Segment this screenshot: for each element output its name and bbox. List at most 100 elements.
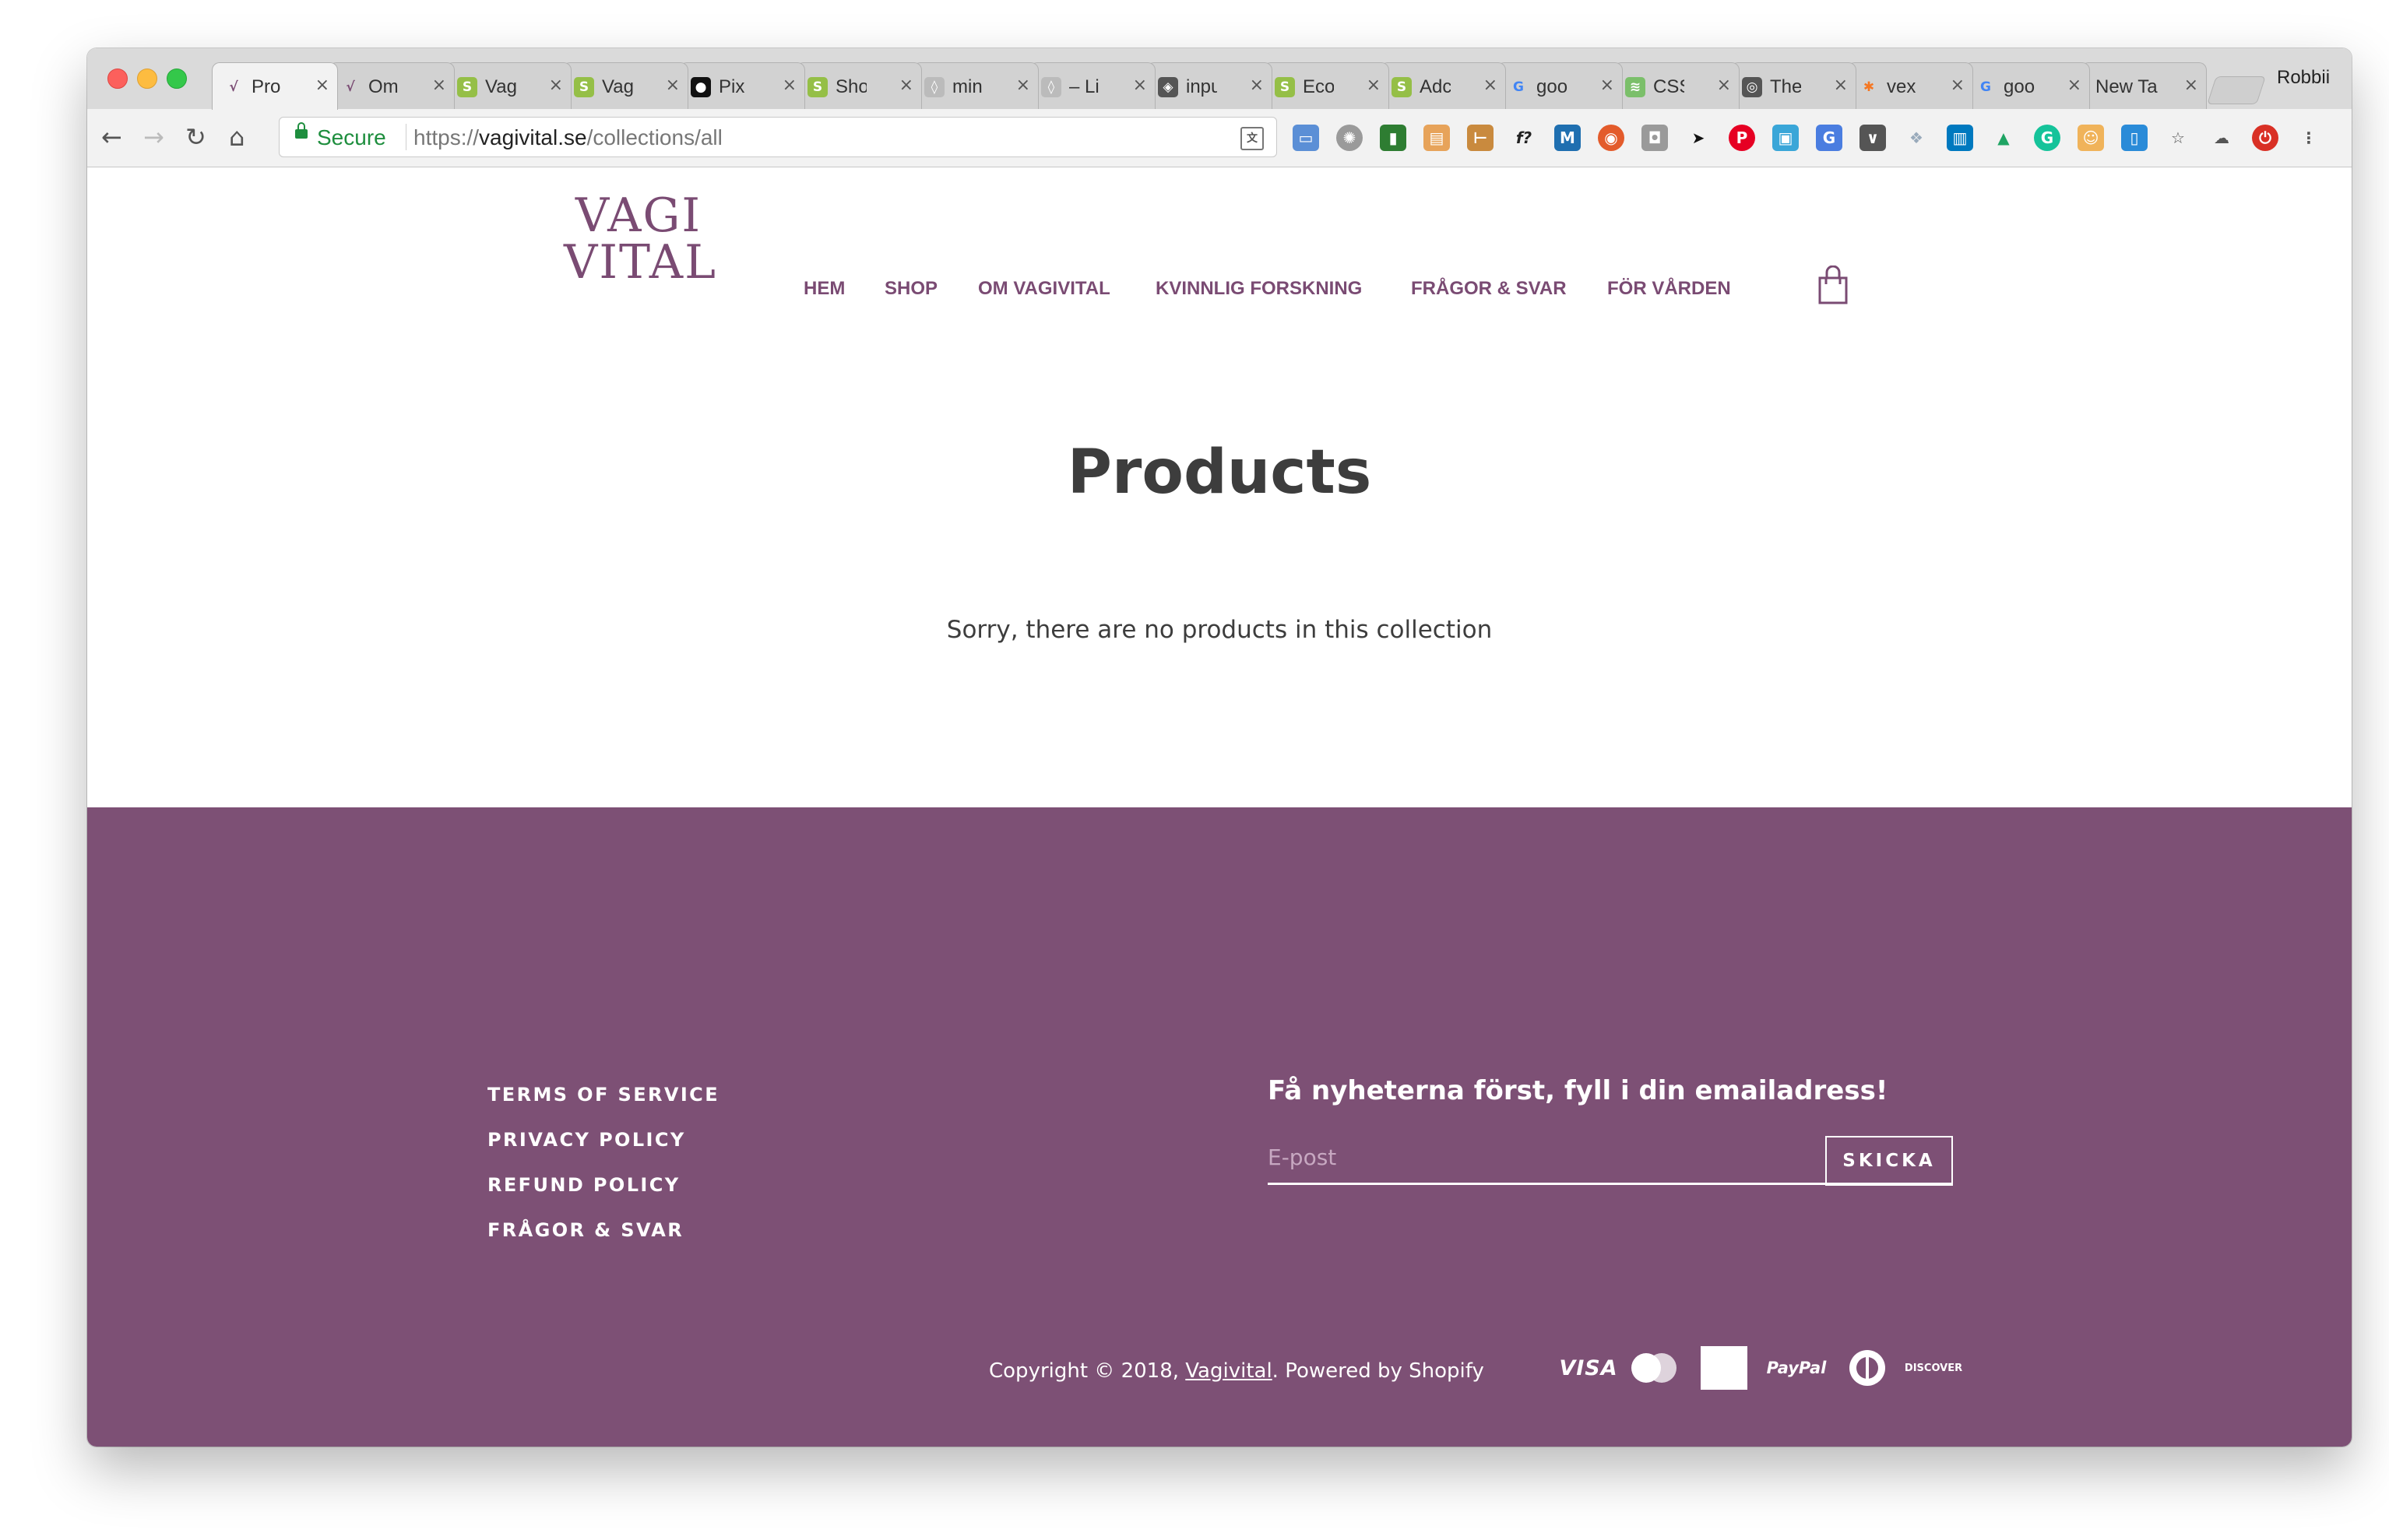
tab-title: goo — [2004, 76, 2035, 97]
copyright-link[interactable]: Vagivital — [1185, 1359, 1272, 1383]
nav-link-fragor-svar[interactable]: FRÅGOR & SVAR — [1411, 273, 1567, 304]
extension-image-icon[interactable]: ▣ — [1772, 125, 1799, 151]
tab-close-icon[interactable]: × — [783, 74, 797, 97]
tab-close-icon[interactable]: × — [1951, 74, 1965, 97]
translate-icon[interactable]: 文 — [1240, 127, 1264, 150]
shopping-bag-icon[interactable] — [1817, 265, 1849, 304]
tab-close-icon[interactable]: × — [1367, 74, 1381, 97]
tab-close-icon[interactable]: × — [1133, 74, 1147, 97]
extension-notes-icon[interactable]: ▤ — [1423, 125, 1450, 151]
browser-tab[interactable]: ◊ – Li × — [1029, 62, 1156, 109]
window-close-button[interactable] — [107, 69, 128, 89]
extension-ruler-icon[interactable]: ⊢ — [1467, 125, 1494, 151]
drop-icon: ◊ — [924, 77, 945, 97]
paypal-label: PayPal — [1766, 1359, 1827, 1377]
newsletter-submit-button[interactable]: SKICKA — [1825, 1136, 1953, 1186]
browser-tab[interactable]: Ggoo × — [1497, 62, 1623, 109]
nav-link-shop[interactable]: SHOP — [885, 273, 938, 304]
extension-face-icon[interactable]: ☺ — [2078, 125, 2104, 151]
browser-tab[interactable]: S Adc × — [1380, 62, 1506, 109]
nav-link-om-vagivital[interactable]: OM VAGIVITAL — [978, 273, 1110, 304]
reload-icon[interactable]: ↻ — [185, 123, 206, 151]
codepen-icon: ◈ — [1158, 77, 1178, 97]
extension-grammarly-icon[interactable]: G — [2034, 125, 2060, 151]
tab-close-icon[interactable]: × — [899, 74, 913, 97]
browser-tab[interactable]: S Sho × — [796, 62, 922, 109]
browser-tab[interactable]: √ Pro × — [212, 62, 338, 110]
nav-link-kvinnlig-forskning[interactable]: KVINNLIG FORSKNING — [1156, 273, 1362, 304]
extension-cloud-icon[interactable]: ☁ — [2208, 125, 2235, 151]
extension-pocket-icon[interactable]: ∨ — [1859, 125, 1886, 151]
footer-link-refund-policy[interactable]: REFUND POLICY — [487, 1162, 720, 1208]
discover-label: DISCOVER — [1904, 1362, 1963, 1374]
shopify-icon: S — [1392, 77, 1412, 97]
tab-close-icon[interactable]: × — [1834, 74, 1848, 97]
browser-tab[interactable]: ◊ min × — [913, 62, 1039, 109]
tab-close-icon[interactable]: × — [1483, 74, 1497, 97]
forward-arrow-icon[interactable]: → — [143, 123, 164, 151]
url-text[interactable]: https://vagivital.se/collections/all — [413, 125, 723, 150]
browser-tab[interactable]: ≋ CSS × — [1613, 62, 1740, 109]
tab-close-icon[interactable]: × — [432, 74, 446, 97]
google-icon: G — [1980, 79, 1991, 95]
extension-gear-icon[interactable]: ✺ — [1336, 125, 1363, 151]
extension-book-icon[interactable]: ▯ — [2121, 125, 2148, 151]
tab-close-icon[interactable]: × — [549, 74, 563, 97]
extension-window-icon[interactable]: ▭ — [1293, 125, 1319, 151]
new-tab-button[interactable] — [2207, 76, 2266, 104]
copyright-prefix: Copyright © 2018, — [989, 1359, 1186, 1383]
copyright-suffix: . Powered by Shopify — [1272, 1359, 1484, 1383]
newsletter-title: Få nyheterna först, fyll i din emailadre… — [1268, 1075, 1888, 1106]
browser-tab[interactable]: S Vag × — [562, 62, 688, 109]
tab-close-icon[interactable]: × — [1717, 74, 1731, 97]
bookmark-star-icon[interactable]: ☆ — [2165, 125, 2191, 151]
browser-tab[interactable]: S Vag × — [445, 62, 572, 109]
nav-link-for-varden[interactable]: FÖR VÅRDEN — [1607, 273, 1731, 304]
tab-close-icon[interactable]: × — [2067, 74, 2081, 97]
footer-link-terms-of-service[interactable]: TERMS OF SERVICE — [487, 1072, 720, 1117]
extension-pinterest-icon[interactable]: P — [1729, 125, 1755, 151]
extension-bird-icon[interactable]: ➤ — [1685, 125, 1712, 151]
tab-close-icon[interactable]: × — [315, 74, 329, 97]
footer-link-fragor-svar[interactable]: FRÅGOR & SVAR — [487, 1208, 720, 1253]
browser-tab[interactable]: √ Om × — [329, 62, 455, 109]
footer-link-privacy-policy[interactable]: PRIVACY POLICY — [487, 1117, 720, 1162]
window-minimize-button[interactable] — [137, 69, 157, 89]
browser-tab[interactable]: New Ta × — [2081, 62, 2207, 109]
extension-dropbox-icon[interactable]: ❖ — [1903, 125, 1930, 151]
tab-close-icon[interactable]: × — [1250, 74, 1264, 97]
home-icon[interactable]: ⌂ — [229, 123, 245, 151]
extension-power-icon[interactable]: ⏻ — [2252, 125, 2278, 151]
browser-tab[interactable]: Ggoo × — [1964, 62, 2090, 109]
browser-tab[interactable]: ✱ vex × — [1847, 62, 1973, 109]
tab-title: Eco — [1303, 76, 1334, 97]
window-maximize-button[interactable] — [167, 69, 187, 89]
extension-trello-icon[interactable]: ▥ — [1947, 125, 1973, 151]
tab-close-icon[interactable]: × — [1600, 74, 1614, 97]
tab-close-icon[interactable]: × — [2184, 74, 2198, 97]
back-arrow-icon[interactable]: ← — [101, 123, 122, 151]
extension-fonts-icon[interactable]: f? — [1511, 125, 1537, 151]
extension-drive-icon[interactable]: ▲ — [1990, 125, 2017, 151]
browser-tab[interactable]: ◎ The × — [1730, 62, 1856, 109]
tab-title: vex — [1887, 76, 1916, 97]
browser-tab[interactable]: S Eco × — [1263, 62, 1389, 109]
hubspot-icon: ✱ — [1863, 79, 1875, 95]
chrome-menu-icon[interactable]: ⋮ — [2296, 125, 2322, 151]
extension-chart-icon[interactable]: ▮ — [1380, 125, 1406, 151]
extension-translate-icon[interactable]: G — [1816, 125, 1842, 151]
extension-camera-icon[interactable]: ◘ — [1641, 125, 1668, 151]
address-bar[interactable]: Secure https://vagivital.se/collections/… — [279, 117, 1277, 157]
empty-collection-message: Sorry, there are no products in this col… — [946, 616, 1493, 644]
browser-tab[interactable]: ● Pix × — [679, 62, 805, 109]
tab-close-icon[interactable]: × — [1016, 74, 1030, 97]
browser-tab[interactable]: ◈ inpu × — [1146, 62, 1272, 109]
tab-close-icon[interactable]: × — [666, 74, 680, 97]
profile-name[interactable]: Robbii — [2277, 67, 2330, 89]
newsletter-email-input[interactable] — [1268, 1134, 1825, 1180]
extension-color-picker-icon[interactable]: ◉ — [1598, 125, 1624, 151]
url-scheme: https:// — [413, 125, 480, 149]
tab-title: Adc — [1420, 76, 1451, 97]
extension-m-icon[interactable]: M — [1554, 125, 1581, 151]
nav-link-hem[interactable]: HEM — [804, 273, 845, 304]
